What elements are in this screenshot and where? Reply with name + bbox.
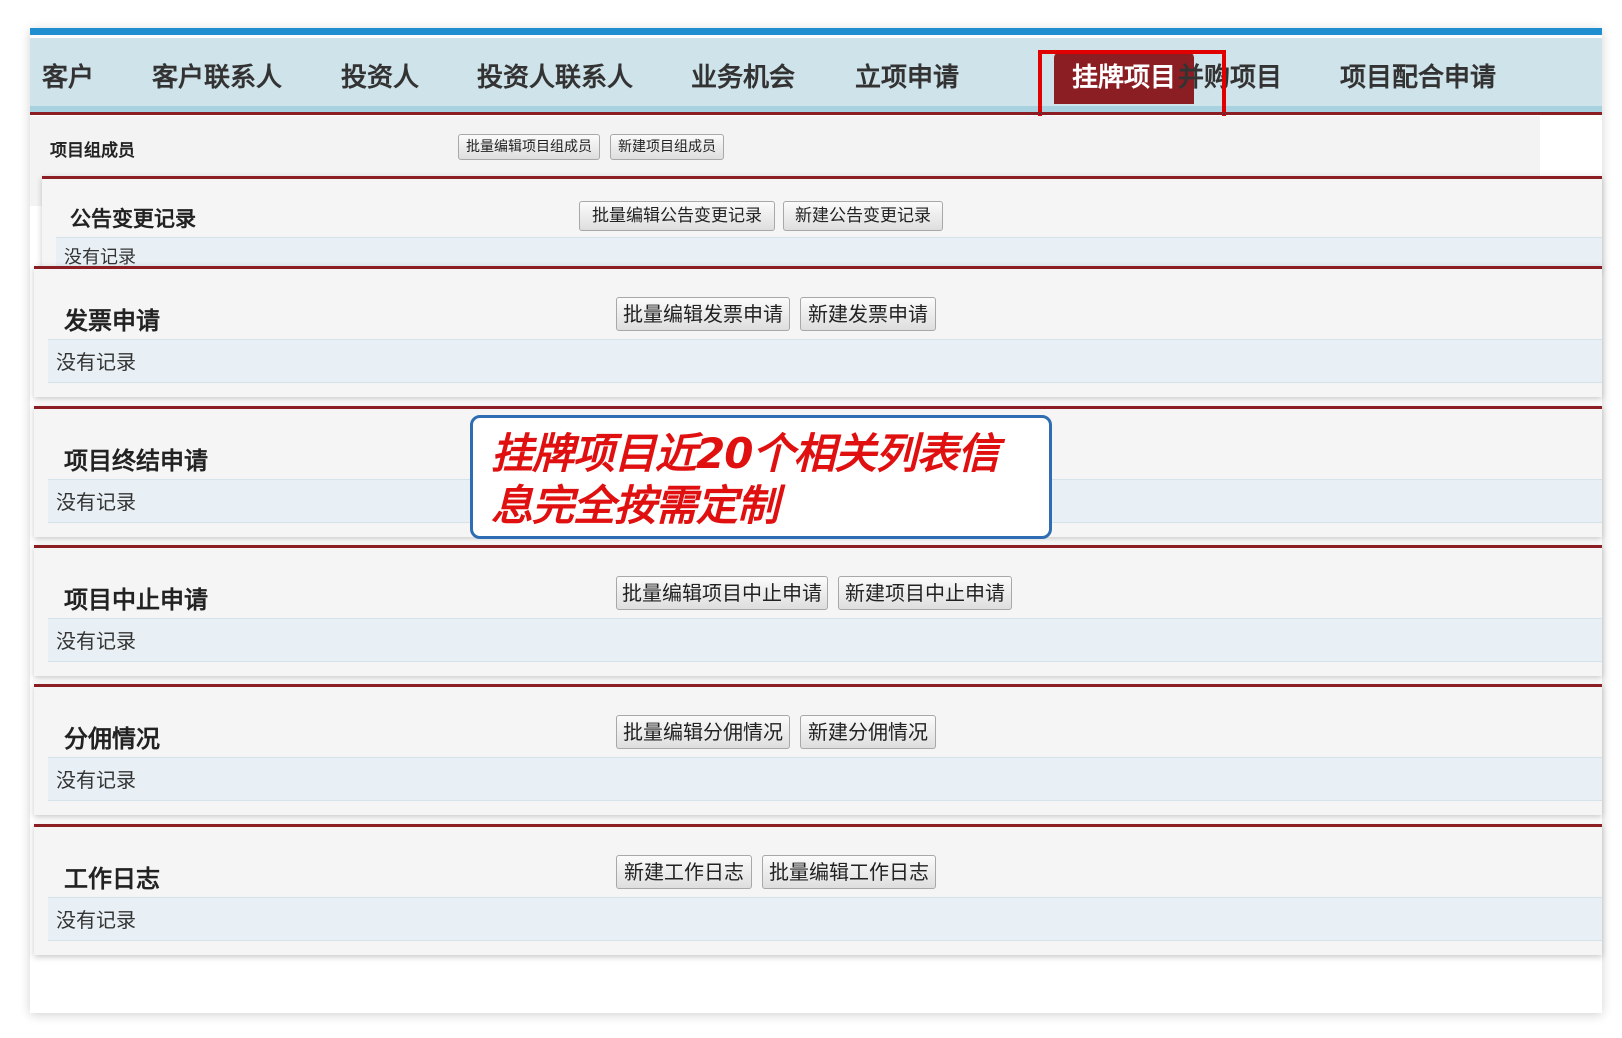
panel-commission: 分佣情况 批量编辑分佣情况 新建分佣情况 没有记录	[34, 684, 1602, 815]
new-work-log-button[interactable]: 新建工作日志	[616, 855, 752, 889]
empty-record-text: 没有记录	[48, 757, 1602, 801]
batch-edit-work-log-button[interactable]: 批量编辑工作日志	[762, 855, 936, 889]
panel-title: 项目终结申请	[64, 447, 208, 475]
tab-customer[interactable]: 客户	[42, 58, 94, 98]
tab-investor[interactable]: 投资人	[341, 58, 419, 98]
batch-edit-suspension-button[interactable]: 批量编辑项目中止申请	[616, 576, 828, 610]
callout-line-1: 挂牌项目近20个相关列表信	[491, 429, 999, 478]
panel-invoice-application: 发票申请 批量编辑发票申请 新建发票申请 没有记录	[34, 266, 1602, 397]
panel-announcement-changes: 公告变更记录 批量编辑公告变更记录 新建公告变更记录 没有记录	[42, 176, 1602, 269]
tab-merger-project[interactable]: 并购项目	[1178, 58, 1282, 98]
empty-record-text: 没有记录	[48, 339, 1602, 383]
panel-title: 分佣情况	[64, 725, 160, 753]
annotation-callout: 挂牌项目近20个相关列表信 息完全按需定制	[470, 415, 1052, 539]
empty-record-text: 没有记录	[56, 237, 1602, 269]
tab-bar: 客户 客户联系人 投资人 投资人联系人 业务机会 立项申请 挂牌项目 并购项目 …	[30, 38, 1602, 124]
panel-title: 工作日志	[64, 865, 160, 893]
batch-edit-announcement-button[interactable]: 批量编辑公告变更记录	[579, 201, 775, 231]
batch-edit-invoice-button[interactable]: 批量编辑发票申请	[616, 297, 790, 331]
tab-customer-contact[interactable]: 客户联系人	[152, 58, 282, 98]
tabbar-divider	[30, 112, 1602, 115]
empty-record-text: 没有记录	[48, 897, 1602, 941]
new-announcement-button[interactable]: 新建公告变更记录	[783, 201, 943, 231]
tab-listed-project[interactable]: 挂牌项目	[1054, 52, 1195, 104]
new-team-member-button[interactable]: 新建项目组成员	[610, 134, 724, 160]
panel-title: 发票申请	[64, 307, 160, 335]
panel-title: 项目组成员	[50, 141, 135, 161]
batch-edit-team-button[interactable]: 批量编辑项目组成员	[458, 134, 600, 160]
tab-investor-contact[interactable]: 投资人联系人	[477, 58, 633, 98]
empty-record-text: 没有记录	[48, 618, 1602, 662]
top-accent-line	[30, 28, 1602, 35]
tab-project-application[interactable]: 立项申请	[855, 58, 959, 98]
new-suspension-button[interactable]: 新建项目中止申请	[838, 576, 1012, 610]
new-invoice-button[interactable]: 新建发票申请	[800, 297, 936, 331]
callout-line-2: 息完全按需定制	[491, 481, 779, 530]
batch-edit-commission-button[interactable]: 批量编辑分佣情况	[616, 715, 790, 749]
panel-title: 项目中止申请	[64, 586, 208, 614]
tab-project-cooperation[interactable]: 项目配合申请	[1340, 58, 1496, 98]
panel-work-log: 工作日志 新建工作日志 批量编辑工作日志 没有记录	[34, 824, 1602, 955]
panel-title: 公告变更记录	[70, 207, 196, 231]
panel-project-suspension: 项目中止申请 批量编辑项目中止申请 新建项目中止申请 没有记录	[34, 545, 1602, 676]
tab-opportunity[interactable]: 业务机会	[691, 58, 795, 98]
new-commission-button[interactable]: 新建分佣情况	[800, 715, 936, 749]
